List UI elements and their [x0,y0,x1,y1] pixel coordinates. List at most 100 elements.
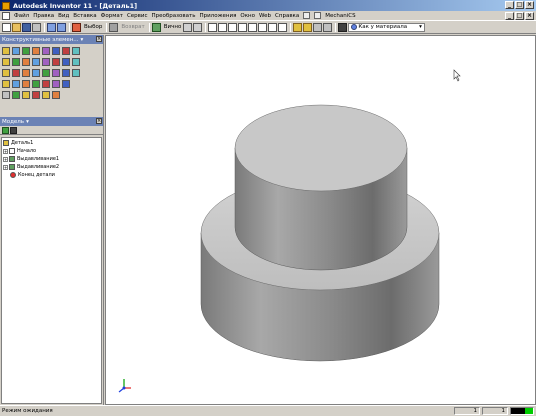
menu-mechanics[interactable]: MechaniCS [323,13,357,19]
color-style-icon[interactable] [338,22,348,32]
ground-plane-icon[interactable] [323,22,333,32]
split-tool-icon[interactable] [42,58,50,66]
material-color-combo[interactable]: Как у материала ▾ [348,22,425,32]
tree-item-origin[interactable]: + Начало [3,147,100,155]
grip-snap-tool-icon[interactable] [62,80,70,88]
tree-item-extrusion2[interactable]: + Выдавливание2 [3,163,100,171]
menu-insert[interactable]: Вставка [71,13,98,19]
return-icon[interactable] [109,22,119,32]
shadow-icon[interactable] [303,22,313,32]
circ-pattern-tool-icon[interactable] [52,69,60,77]
expand-icon[interactable]: + [3,148,8,154]
update-button[interactable]: Вично [162,24,184,30]
save-icon[interactable] [22,22,31,32]
panel-close-button[interactable]: × [96,118,102,124]
top-cylinder[interactable] [234,104,408,271]
sculpt-tool-icon[interactable] [32,69,40,77]
undo-icon[interactable] [47,22,56,32]
derived-tool-icon[interactable] [72,69,80,77]
maximize-button[interactable]: □ [515,1,524,9]
doc-minimize-button[interactable]: _ [505,12,514,20]
chamfer-tool-icon[interactable] [22,58,30,66]
shell-tool-icon[interactable] [32,47,40,55]
tree-item-extrusion1[interactable]: + Выдавливание1 [3,155,100,163]
stitch-tool-icon[interactable] [52,80,60,88]
loft-tool-icon[interactable] [52,47,60,55]
chevron-down-icon[interactable]: ▾ [26,119,29,125]
tree-item-end-of-part[interactable]: Конец детали [3,171,100,179]
new-icon[interactable] [2,22,11,32]
close-button[interactable]: × [525,1,534,9]
camera-icon[interactable] [313,22,323,32]
thread-tool-icon[interactable] [2,58,10,66]
open-icon[interactable] [12,22,21,32]
mirror-tool-icon[interactable] [62,69,70,77]
sketch-icon[interactable] [183,22,193,32]
zoom-icon[interactable] [228,22,238,32]
select-dropdown[interactable]: Выбор [82,24,104,30]
menu-view[interactable]: Вид [56,13,71,19]
fillet-tool-icon[interactable] [12,58,20,66]
menu-tools[interactable]: Сервис [125,13,150,19]
zoom-selected-icon[interactable] [248,22,258,32]
sketch-tool-icon[interactable] [2,91,10,99]
delete-face-tool-icon[interactable] [12,69,20,77]
zoom-window-icon[interactable] [218,22,228,32]
menu-file[interactable]: Файл [12,13,31,19]
help-icon[interactable] [303,12,311,19]
menu-window[interactable]: Окно [238,13,257,19]
return-button[interactable]: Возврат [119,24,146,30]
emboss-tool-icon[interactable] [2,69,10,77]
revolve-tool-icon[interactable] [12,47,20,55]
menu-web[interactable]: Web [257,13,273,19]
doc-restore-button[interactable]: □ [515,12,524,20]
coil-tool-icon[interactable] [72,47,80,55]
filter-icon[interactable] [2,126,9,134]
menu-edit[interactable]: Правка [31,13,56,19]
menu-help[interactable]: Справка [273,13,301,19]
sweep-tool-icon[interactable] [62,47,70,55]
expand-icon[interactable]: + [3,164,8,170]
rib-tool-icon[interactable] [42,47,50,55]
features-panel-header[interactable]: Конструктивные элемен... ▾ × [0,35,103,44]
promote-tool-icon[interactable] [42,80,50,88]
extrude-tool-icon[interactable] [2,47,10,55]
menu-convert[interactable]: Преобразовать [150,13,198,19]
orbit-icon[interactable] [278,22,288,32]
move-face-tool-icon[interactable] [52,58,60,66]
thicken-tool-icon[interactable] [62,58,70,66]
content-center-tool-icon[interactable] [42,91,50,99]
doc-close-button[interactable]: × [525,12,534,20]
update-icon[interactable] [151,22,161,32]
print-icon[interactable] [32,22,41,32]
select-arrow-icon[interactable] [72,22,81,32]
expand-icon[interactable]: + [3,156,8,162]
fx-tool-icon[interactable] [22,91,30,99]
rotate-icon[interactable] [258,22,268,32]
decal-tool-icon[interactable] [72,58,80,66]
redo-icon[interactable] [57,22,66,32]
panel-close-button[interactable]: × [96,36,102,42]
menu-format[interactable]: Формат [99,13,125,19]
graphics-viewport[interactable] [105,35,536,405]
model-view[interactable] [106,36,536,405]
place-feature-tool-icon[interactable] [52,91,60,99]
mechanics-toolbar-icon[interactable] [314,12,322,19]
replace-face-tool-icon[interactable] [22,69,30,77]
pan-icon[interactable] [238,22,248,32]
find-icon[interactable] [10,126,17,134]
minimize-button[interactable]: _ [505,1,514,9]
document-icon[interactable] [2,11,10,20]
ucs-tool-icon[interactable] [32,80,40,88]
work-axis-tool-icon[interactable] [12,80,20,88]
menu-applications[interactable]: Приложения [197,13,238,19]
tree-item-part[interactable]: Деталь1 [3,139,100,147]
work-plane-tool-icon[interactable] [2,80,10,88]
measure-icon[interactable] [193,22,203,32]
display-mode-icon[interactable] [293,22,303,32]
work-point-tool-icon[interactable] [22,80,30,88]
browser-panel-header[interactable]: Модель ▾ × [0,117,103,126]
chevron-down-icon[interactable]: ▾ [81,37,84,43]
look-at-icon[interactable] [268,22,278,32]
zoom-all-icon[interactable] [208,22,218,32]
